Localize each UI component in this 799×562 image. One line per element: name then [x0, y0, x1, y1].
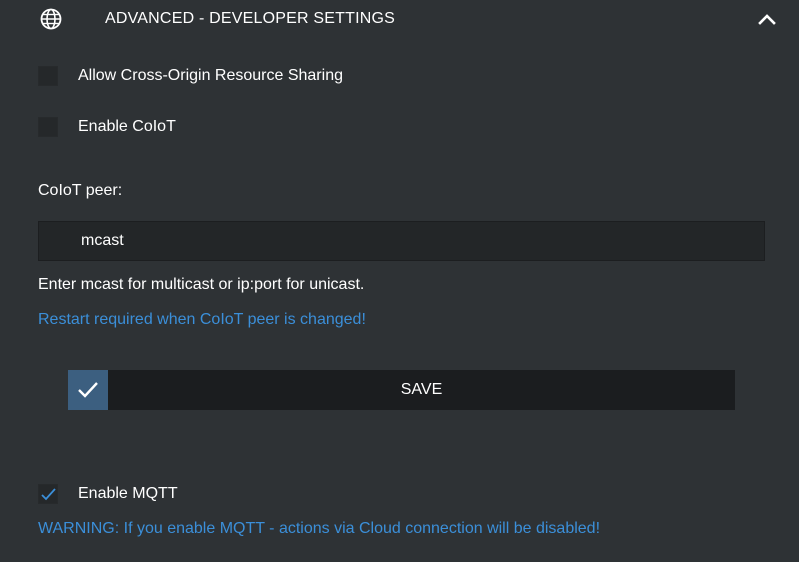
coiot-peer-hint: Enter mcast for multicast or ip:port for… — [38, 276, 365, 293]
mqtt-checkbox[interactable] — [38, 484, 58, 504]
cors-label: Allow Cross-Origin Resource Sharing — [78, 67, 343, 84]
cors-checkbox[interactable] — [38, 66, 58, 86]
section-title: ADVANCED - DEVELOPER SETTINGS — [105, 10, 396, 27]
mqtt-label: Enable MQTT — [78, 485, 178, 502]
save-label: SAVE — [400, 381, 443, 398]
globe-icon — [40, 8, 62, 30]
coiot-checkbox[interactable] — [38, 117, 58, 137]
save-button[interactable]: SAVE — [68, 370, 735, 410]
chevron-up-icon[interactable] — [757, 10, 777, 28]
restart-note: Restart required when CoIoT peer is chan… — [38, 311, 366, 328]
coiot-peer-label: CoIoT peer: — [38, 182, 123, 199]
checkmark-icon — [41, 488, 56, 501]
coiot-peer-input[interactable] — [38, 221, 765, 261]
section-header[interactable]: ADVANCED - DEVELOPER SETTINGS — [0, 0, 799, 40]
coiot-label: Enable CoIoT — [78, 118, 176, 135]
mqtt-warning: WARNING: If you enable MQTT - actions vi… — [38, 520, 601, 537]
checkmark-icon — [78, 382, 98, 398]
save-check-box — [68, 370, 108, 410]
